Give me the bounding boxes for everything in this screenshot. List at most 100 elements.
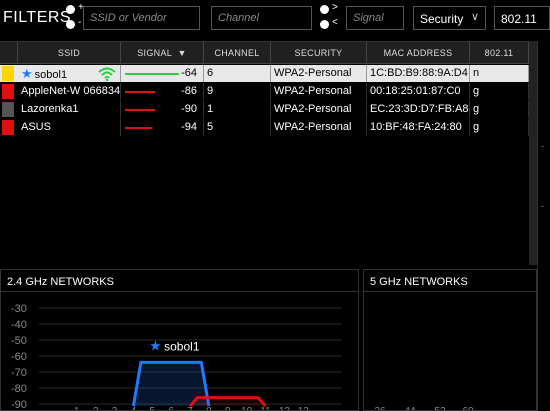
signal-strength-bar bbox=[125, 109, 155, 111]
signal-cell: -94 bbox=[121, 119, 204, 136]
signal-header-label: SIGNAL bbox=[137, 48, 172, 58]
signal-cell: -64 bbox=[121, 65, 204, 82]
chevron-down-icon: ∨ bbox=[470, 11, 479, 23]
signal-less-toggle[interactable]: < bbox=[320, 17, 338, 34]
x-tick-label: 13 bbox=[298, 406, 310, 410]
x-tick-label: 3 bbox=[112, 406, 118, 410]
signal-value: -94 bbox=[181, 121, 197, 133]
table-row[interactable]: ★ sobol1 -64 6 WPA2-Personal 1C:BD:B9:88:9A:D… bbox=[0, 65, 529, 82]
y-tick-label: -50 bbox=[11, 335, 27, 347]
ssid-text: Lazorenka1 bbox=[21, 103, 79, 115]
security-cell: WPA2-Personal bbox=[271, 65, 367, 82]
ssid-cell: Lazorenka1 bbox=[18, 101, 121, 118]
networks-table: SSID SIGNAL ▼ CHANNEL SECURITY MAC ADDRE… bbox=[0, 41, 529, 265]
network-color-swatch[interactable] bbox=[2, 120, 14, 135]
table-row[interactable]: ASUS -94 5 WPA2-Personal 10:BF:48:FA:24:80 g bbox=[0, 119, 529, 136]
x-tick-label: 7 bbox=[187, 406, 193, 410]
signal-filter-input[interactable]: Signal bbox=[346, 6, 404, 30]
y-tick-label: -90 bbox=[11, 399, 27, 410]
security-cell: WPA2-Personal bbox=[271, 119, 367, 136]
signal-cell: -86 bbox=[121, 83, 204, 100]
x-tick-label: 6 bbox=[168, 406, 174, 410]
column-header-channel[interactable]: CHANNEL bbox=[204, 42, 271, 64]
y-tick-label: -30 bbox=[11, 303, 27, 315]
ghz5-panel: 5 GHz NETWORKS 36 44 52 60 bbox=[363, 269, 537, 411]
standard-select-value: 802.11 bbox=[501, 12, 537, 26]
channel-cell: 1 bbox=[204, 101, 271, 118]
mac-cell: EC:23:3D:D7:FB:A8 bbox=[367, 101, 470, 118]
mac-cell: 10:BF:48:FA:24:80 bbox=[367, 119, 470, 136]
network-color-swatch[interactable] bbox=[2, 66, 14, 81]
x-tick-label: 1 bbox=[74, 406, 80, 410]
filter-minus-toggle[interactable]: - bbox=[66, 17, 82, 34]
table-header: SSID SIGNAL ▼ CHANNEL SECURITY MAC ADDRE… bbox=[0, 42, 529, 64]
ssid-cell: ★ sobol1 bbox=[18, 65, 121, 82]
ghz5-panel-header: 5 GHz NETWORKS bbox=[364, 270, 536, 292]
radio-dot-icon bbox=[320, 20, 329, 29]
x-tick-label: 36 bbox=[374, 406, 386, 410]
filters-title: FILTERS bbox=[3, 9, 72, 26]
side-tick: - bbox=[541, 201, 544, 211]
radio-dot-icon bbox=[66, 20, 75, 29]
signal-cell: -90 bbox=[121, 101, 204, 118]
mac-cell: 00:18:25:01:87:C0 bbox=[367, 83, 470, 100]
channel-cell: 6 bbox=[204, 65, 271, 82]
security-cell: WPA2-Personal bbox=[271, 83, 367, 100]
security-select[interactable]: Security ∨ bbox=[413, 6, 486, 30]
y-tick-label: -70 bbox=[11, 367, 27, 379]
x-tick-label: 60 bbox=[462, 406, 474, 410]
signal-value: -90 bbox=[181, 103, 197, 115]
y-tick-label: -80 bbox=[11, 383, 27, 395]
security-select-value: Security bbox=[420, 12, 464, 26]
minus-label: - bbox=[78, 17, 82, 28]
side-chart-panel: - - bbox=[537, 41, 550, 411]
greater-label: > bbox=[332, 2, 338, 13]
table-scrollbar[interactable] bbox=[529, 41, 537, 265]
filter-bar: FILTERS + - SSID or Vendor Channel > < S… bbox=[0, 0, 550, 38]
column-header-security[interactable]: SECURITY bbox=[271, 42, 367, 64]
column-header-mac[interactable]: MAC ADDRESS bbox=[367, 42, 470, 64]
star-icon: ★ bbox=[149, 337, 162, 353]
wifi-signal-icon bbox=[98, 67, 116, 81]
security-cell: WPA2-Personal bbox=[271, 101, 367, 118]
ssid-text: AppleNet-W 066834 bbox=[21, 85, 121, 97]
ghz5-chart: 36 44 52 60 bbox=[374, 406, 474, 410]
y-tick-label: -60 bbox=[11, 351, 27, 363]
standard-select[interactable]: 802.11 bbox=[494, 6, 550, 30]
network-signal-shape[interactable] bbox=[188, 396, 267, 408]
mac-cell: 1C:BD:B9:88:9A:D4 bbox=[367, 65, 470, 82]
star-icon[interactable]: ★ bbox=[21, 66, 33, 81]
x-tick-label: 8 bbox=[206, 406, 212, 410]
x-tick-label: 11 bbox=[260, 406, 271, 410]
x-tick-label: 4 bbox=[131, 406, 137, 410]
signal-value: -64 bbox=[181, 67, 197, 79]
ssid-cell: AppleNet-W 066834 bbox=[18, 83, 121, 100]
x-tick-label: 44 bbox=[404, 406, 416, 410]
network-color-swatch[interactable] bbox=[2, 84, 14, 99]
table-row[interactable]: Lazorenka1 -90 1 WPA2-Personal EC:23:3D:D7:F… bbox=[0, 101, 529, 118]
table-row[interactable]: AppleNet-W 066834 -86 9 WPA2-Personal 00:18:… bbox=[0, 83, 529, 100]
color-column-header bbox=[0, 42, 18, 64]
column-header-signal[interactable]: SIGNAL ▼ bbox=[121, 42, 204, 64]
std-cell: g bbox=[470, 119, 529, 136]
less-label: < bbox=[332, 17, 338, 28]
x-tick-label: 10 bbox=[241, 406, 253, 410]
network-color-swatch[interactable] bbox=[2, 102, 14, 117]
channel-filter-input[interactable]: Channel bbox=[211, 6, 312, 30]
ghz24-panel-header: 2.4 GHz NETWORKS bbox=[1, 270, 358, 292]
column-header-standard[interactable]: 802.11 bbox=[470, 42, 529, 64]
ghz24-panel: 2.4 GHz NETWORKS -30-40-50-60-70-80-9012… bbox=[0, 269, 359, 411]
side-tick: - bbox=[541, 141, 544, 151]
signal-strength-bar bbox=[125, 127, 152, 129]
channel-cell: 9 bbox=[204, 83, 271, 100]
ssid-cell: ASUS bbox=[18, 119, 121, 136]
column-header-ssid[interactable]: SSID bbox=[18, 42, 121, 64]
sort-desc-icon: ▼ bbox=[177, 48, 187, 58]
x-tick-label: 9 bbox=[225, 406, 231, 410]
ssid-text: sobol1 bbox=[34, 69, 68, 81]
ssid-text: ASUS bbox=[21, 121, 51, 133]
std-cell: g bbox=[470, 101, 529, 118]
signal-value: -86 bbox=[181, 85, 197, 97]
ssid-filter-input[interactable]: SSID or Vendor bbox=[83, 6, 200, 30]
ghz24-chart: -30-40-50-60-70-80-9012345678910111213★s… bbox=[11, 303, 341, 410]
